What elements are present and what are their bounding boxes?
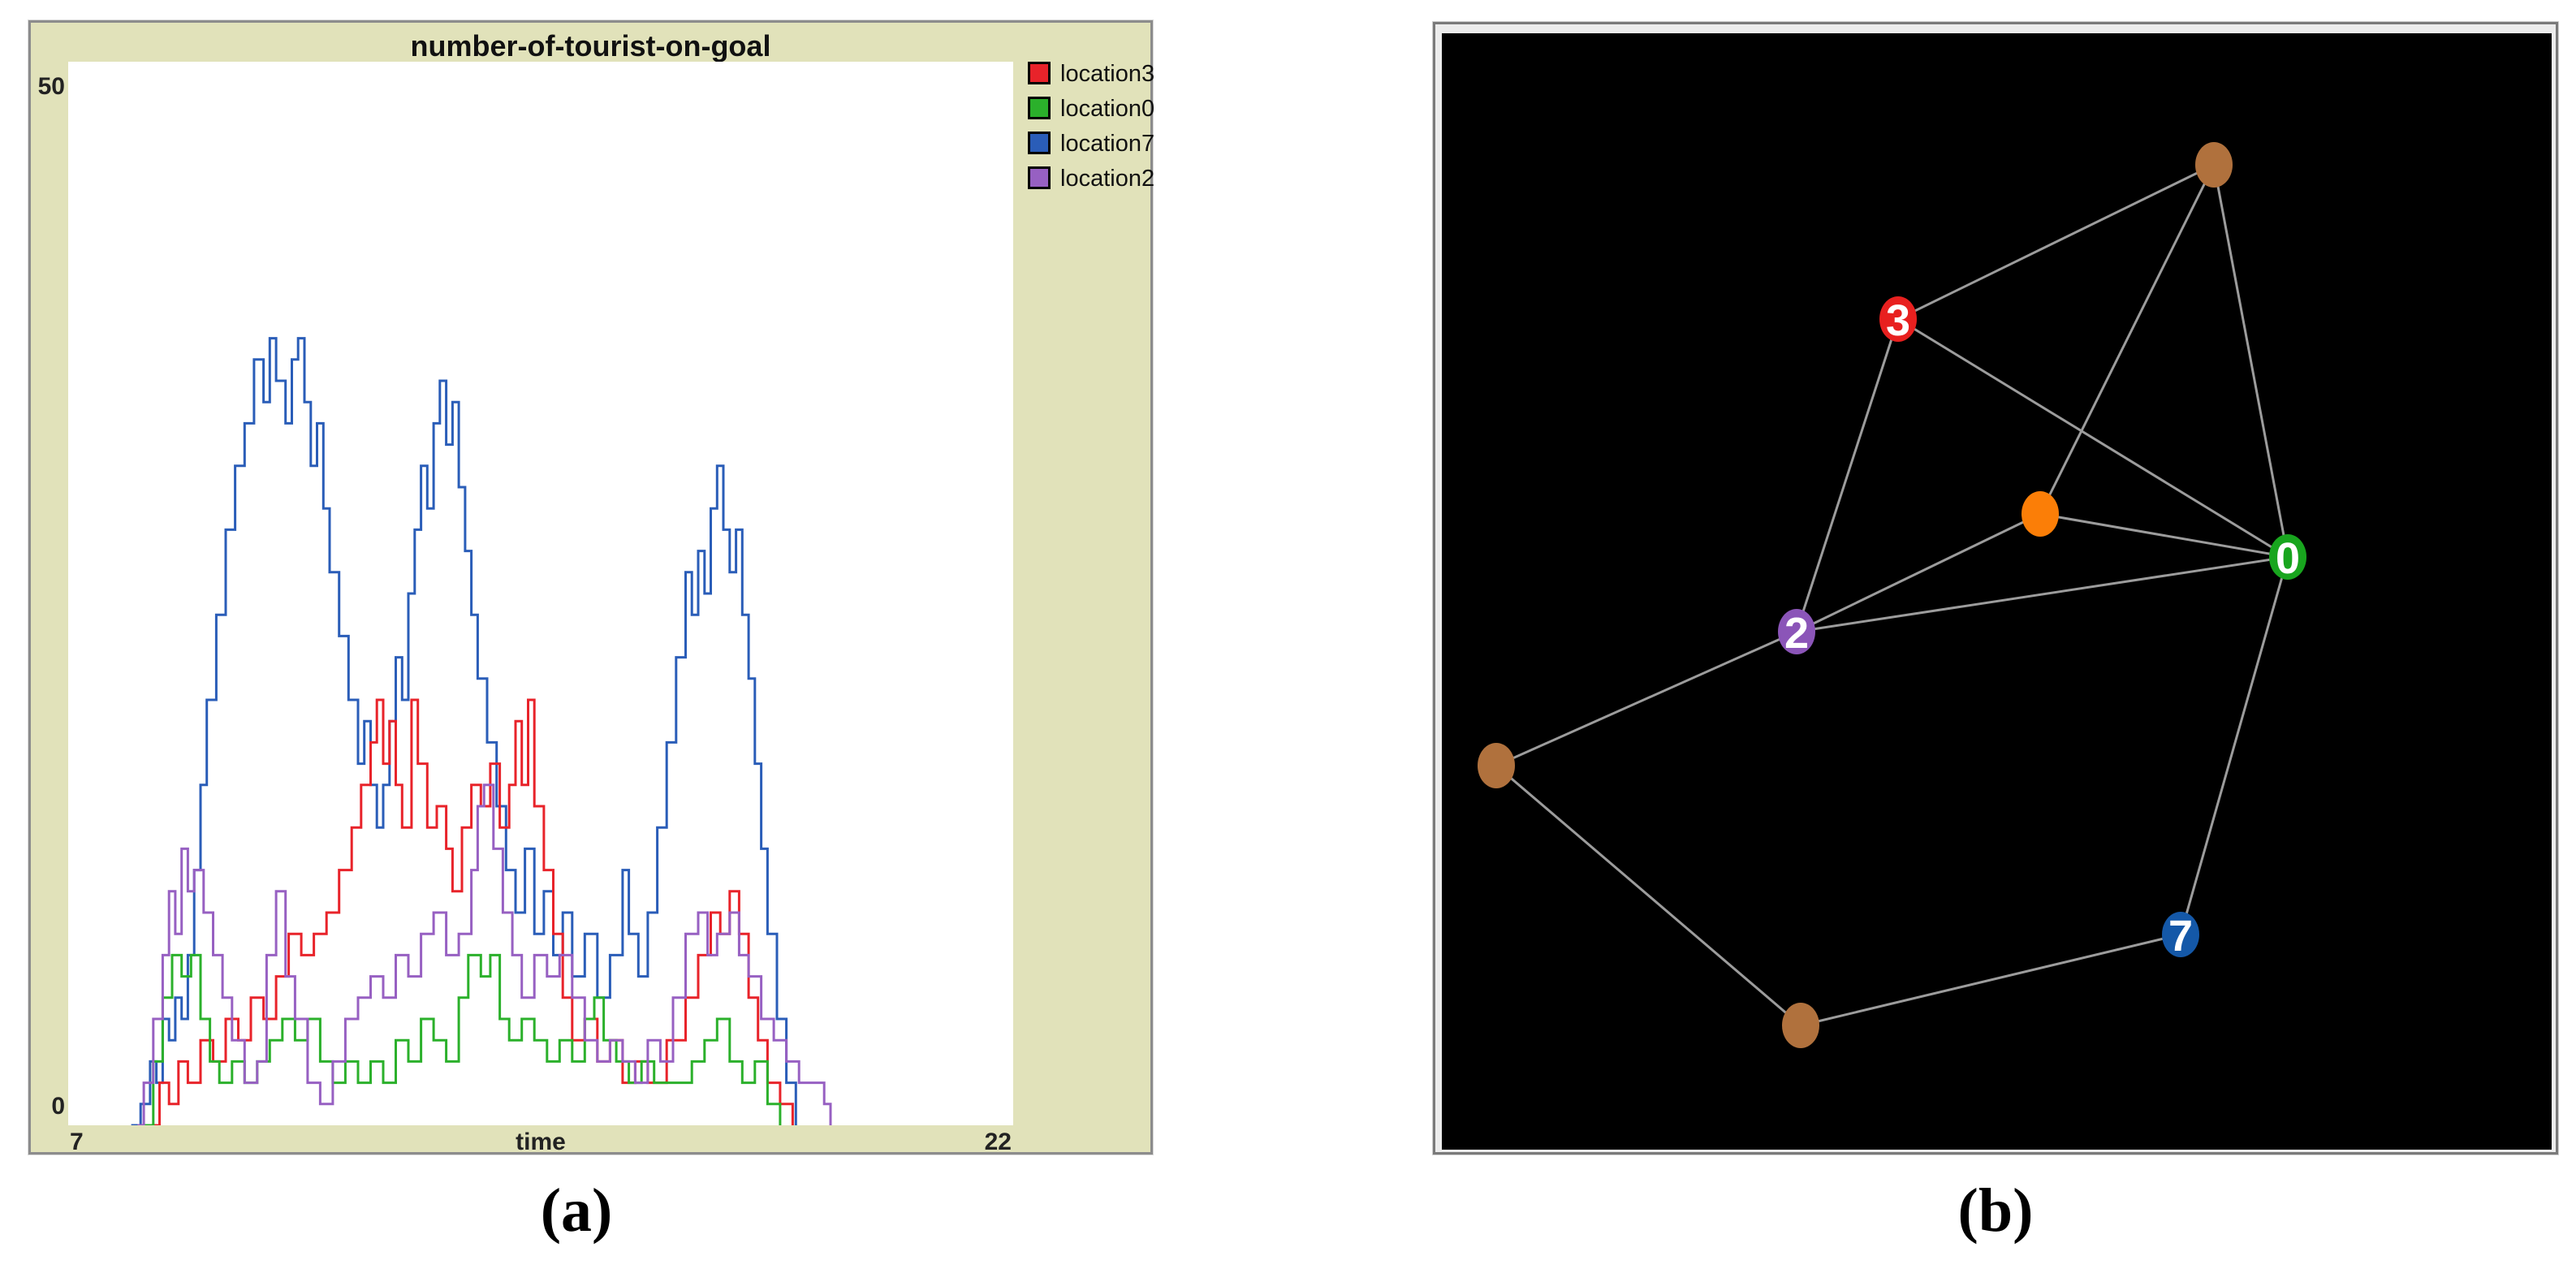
- network-svg: 3 0 2 7: [1478, 142, 2306, 1048]
- legend-label: location7: [1060, 131, 1155, 157]
- graph-node-orange-node: [2022, 491, 2059, 537]
- y-axis-min-label: 0: [51, 1093, 65, 1120]
- y-axis-max-label: 50: [37, 73, 65, 100]
- graph-edge-location-2--brown-left: [1495, 630, 1797, 767]
- graph-node-label-location-2: 2: [1784, 609, 1809, 658]
- legend-row: location2: [1028, 165, 1155, 200]
- plot-title: number-of-tourist-on-goal: [410, 29, 771, 63]
- graph-node-brown-left: [1478, 743, 1515, 788]
- graph-edge-brown-left--brown-bottom: [1495, 764, 1801, 1027]
- plot-svg: [131, 337, 832, 1127]
- world-view-panel-b: 3 0 2 7: [1433, 22, 2558, 1155]
- legend-label: location0: [1060, 96, 1155, 122]
- graph-edge-brown-top--orange-node: [2039, 164, 2216, 515]
- plot-widget-panel-a: number-of-tourist-on-goal 50 0 7 time 22…: [28, 20, 1155, 1156]
- graph-edge-location-3--location-0: [1897, 317, 2289, 559]
- plot-area: [68, 62, 1013, 1127]
- caption-b: (b): [1957, 1176, 2034, 1245]
- x-axis-max-label: 22: [984, 1129, 1012, 1155]
- legend-row: location0: [1028, 95, 1155, 130]
- legend-swatch-location3: [1028, 62, 1051, 84]
- legend-swatch-location7: [1028, 132, 1051, 154]
- graph-edge-brown-top--location-3: [1897, 163, 2215, 321]
- graph-edge-brown-top--location-0: [2212, 164, 2289, 558]
- graph-edge-location-3--location-2: [1795, 318, 1900, 632]
- legend-row: location3: [1028, 60, 1155, 95]
- legend-row: location7: [1028, 130, 1155, 165]
- graph-node-label-location-7: 7: [2168, 912, 2193, 960]
- caption-a: (a): [540, 1176, 613, 1245]
- legend-label: location2: [1060, 166, 1155, 192]
- graph-node-brown-top: [2195, 142, 2233, 188]
- graph-edge-brown-bottom--location-7: [1800, 933, 2181, 1027]
- graph-node-label-location-0: 0: [2276, 534, 2300, 583]
- graph-edge-location-0--location-2: [1796, 555, 2289, 633]
- legend-label: location3: [1060, 61, 1155, 87]
- graph-node-brown-bottom: [1782, 1003, 1819, 1048]
- graph-edge-location-0--location-7: [2179, 556, 2289, 935]
- x-axis-title: time: [516, 1129, 566, 1155]
- plot-legend: location3 location0 location7 location2: [1028, 60, 1155, 200]
- x-axis: 7 time 22: [68, 1129, 1013, 1156]
- graph-node-label-location-3: 3: [1886, 296, 1910, 345]
- world-canvas: 3 0 2 7: [1442, 33, 2552, 1150]
- legend-swatch-location0: [1028, 97, 1051, 119]
- series-line-location2: [137, 783, 832, 1127]
- legend-swatch-location2: [1028, 166, 1051, 189]
